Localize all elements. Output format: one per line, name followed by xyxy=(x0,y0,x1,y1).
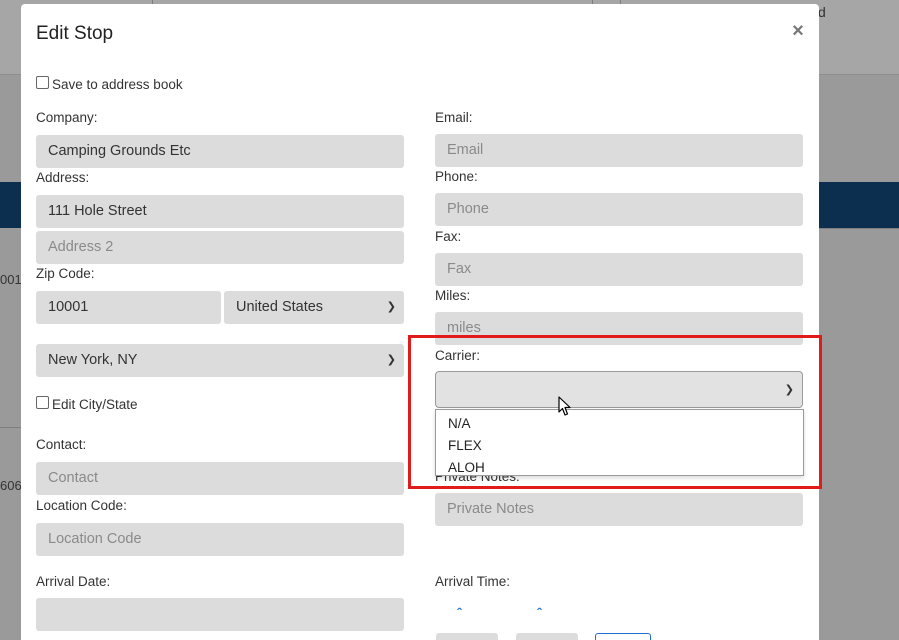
save-to-address-book-checkbox[interactable] xyxy=(36,76,49,89)
chevron-up-icon[interactable]: ˆ xyxy=(537,605,542,621)
background-text: d xyxy=(818,4,826,20)
chevron-down-icon: ❯ xyxy=(386,301,396,313)
contact-label: Contact: xyxy=(36,437,87,452)
modal-title: Edit Stop xyxy=(36,23,114,44)
edit-stop-modal: Edit Stop × Save to address book Company… xyxy=(21,4,819,640)
mouse-cursor-icon xyxy=(558,396,571,416)
city-state-value: New York, NY xyxy=(48,352,138,368)
address2-input[interactable]: Address 2 xyxy=(36,231,404,264)
arrival-hour-input[interactable] xyxy=(436,633,498,640)
location-code-input[interactable]: Location Code xyxy=(36,523,404,556)
email-input[interactable]: Email xyxy=(435,134,803,167)
arrival-date-label: Arrival Date: xyxy=(36,574,111,589)
edit-city-state-checkbox[interactable] xyxy=(36,396,49,409)
miles-label: Miles: xyxy=(435,288,471,303)
close-icon[interactable]: × xyxy=(790,21,806,41)
highlight-box xyxy=(408,335,822,489)
fax-input[interactable]: Fax xyxy=(435,253,803,286)
email-label: Email: xyxy=(435,110,473,125)
phone-input[interactable]: Phone xyxy=(435,193,803,226)
company-input[interactable]: Camping Grounds Etc xyxy=(36,135,404,168)
chevron-up-icon[interactable]: ˆ xyxy=(457,605,462,621)
background-divider xyxy=(0,427,22,428)
am-pm-toggle-button[interactable] xyxy=(595,633,651,640)
location-code-label: Location Code: xyxy=(36,498,127,513)
address-input[interactable]: 111 Hole Street xyxy=(36,195,404,228)
background-divider xyxy=(819,228,899,229)
company-label: Company: xyxy=(36,110,98,125)
zip-code-input[interactable]: 10001 xyxy=(36,291,221,324)
background-text: 606 xyxy=(0,478,22,493)
address-label: Address: xyxy=(36,170,90,185)
arrival-time-label: Arrival Time: xyxy=(435,574,511,589)
arrival-date-input[interactable] xyxy=(36,598,404,631)
private-notes-input[interactable]: Private Notes xyxy=(435,493,803,526)
country-select-value: United States xyxy=(236,299,324,315)
fax-label: Fax: xyxy=(435,229,462,244)
arrival-minute-input[interactable] xyxy=(516,633,578,640)
city-state-select[interactable]: New York, NY ❯ xyxy=(36,344,404,377)
phone-label: Phone: xyxy=(435,169,478,184)
zip-code-label: Zip Code: xyxy=(36,266,95,281)
save-to-address-book-label: Save to address book xyxy=(52,77,183,92)
country-select[interactable]: United States ❯ xyxy=(224,291,404,324)
edit-city-state-label: Edit City/State xyxy=(52,397,138,412)
contact-input[interactable]: Contact xyxy=(36,462,404,495)
chevron-down-icon: ❯ xyxy=(386,354,396,366)
